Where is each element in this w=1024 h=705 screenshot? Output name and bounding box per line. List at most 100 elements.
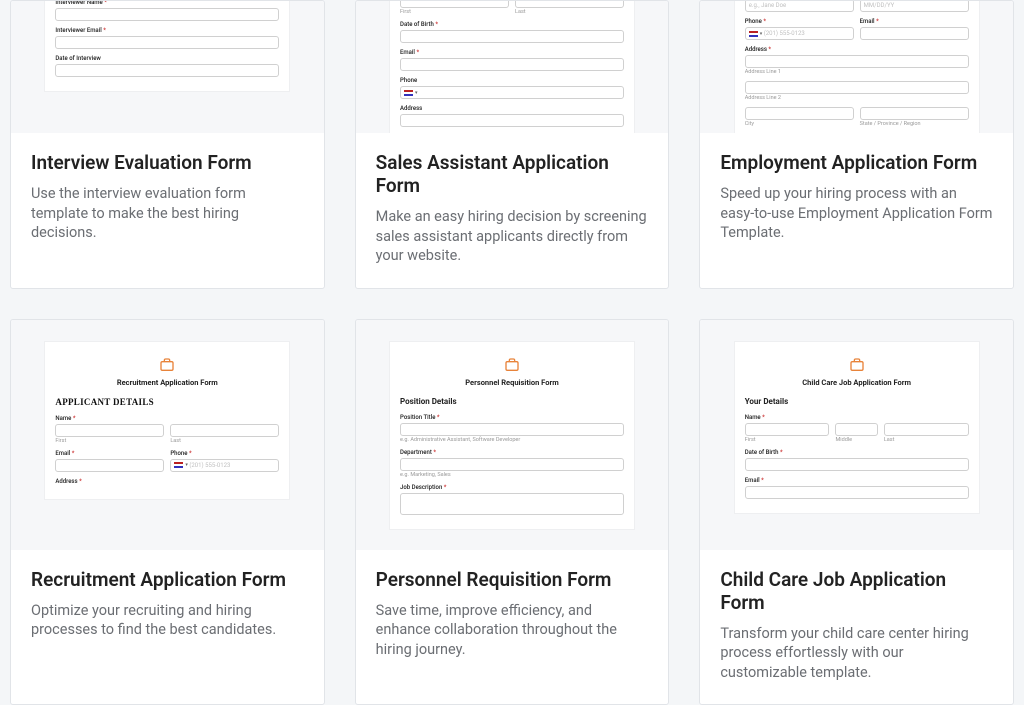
form-preview: Child Care Job Application Form Your Det…: [735, 342, 979, 513]
template-card-employment-application[interactable]: e.g., Jane Doe MM/DD/YY Phone ▾ (201) 55…: [699, 0, 1014, 289]
card-thumbnail: Child Care Job Application Form Your Det…: [700, 320, 1013, 550]
card-description: Save time, improve efficiency, and enhan…: [376, 601, 649, 660]
field-label: Address: [55, 478, 279, 485]
card-thumbnail: Interviewer Name Interviewer Email Date …: [11, 1, 324, 133]
card-description: Optimize your recruiting and hiring proc…: [31, 601, 304, 640]
card-title: Interview Evaluation Form: [31, 151, 304, 174]
card-thumbnail: Recruitment Application Form APPLICANT D…: [11, 320, 324, 550]
card-description: Speed up your hiring process with an eas…: [720, 184, 993, 243]
field-label: Date of Birth: [400, 21, 624, 28]
text-input: [55, 64, 279, 77]
card-title: Personnel Requisition Form: [376, 568, 649, 591]
text-input: [515, 1, 624, 8]
field-sublabel: Last: [515, 9, 624, 15]
form-preview: First Last Date of Birth Email Phone ▾: [390, 1, 634, 133]
field-label: Address: [400, 105, 624, 112]
card-body: Employment Application Form Speed up you…: [700, 133, 1013, 265]
field-sublabel: Last: [170, 438, 279, 444]
text-input: [745, 81, 969, 94]
field-sublabel: First: [55, 438, 164, 444]
form-preview: Recruitment Application Form APPLICANT D…: [45, 342, 289, 499]
text-input: [400, 58, 624, 71]
textarea-input: [400, 493, 624, 515]
card-title: Recruitment Application Form: [31, 568, 304, 591]
form-preview: e.g., Jane Doe MM/DD/YY Phone ▾ (201) 55…: [735, 1, 979, 133]
card-description: Transform your child care center hiring …: [720, 624, 993, 683]
field-label: Date of Birth: [745, 449, 969, 456]
field-label: Phone: [400, 77, 624, 84]
card-thumbnail: e.g., Jane Doe MM/DD/YY Phone ▾ (201) 55…: [700, 1, 1013, 133]
card-body: Interview Evaluation Form Use the interv…: [11, 133, 324, 265]
field-sublabel: Address Line 1: [745, 69, 969, 75]
text-input: [745, 55, 969, 68]
card-body: Recruitment Application Form Optimize yo…: [11, 550, 324, 662]
field-label: Interviewer Name: [55, 1, 279, 6]
card-body: Personnel Requisition Form Save time, im…: [356, 550, 669, 682]
text-input: [400, 30, 624, 43]
text-input: [400, 114, 624, 127]
text-input: [860, 107, 969, 120]
template-card-sales-assistant[interactable]: First Last Date of Birth Email Phone ▾: [355, 0, 670, 289]
field-label: Date of Interview: [55, 55, 279, 62]
field-label: Interviewer Email: [55, 27, 279, 34]
card-thumbnail: Personnel Requisition Form Position Deta…: [356, 320, 669, 550]
field-sublabel: City: [745, 121, 854, 127]
flag-icon: [174, 462, 183, 468]
template-card-child-care-job[interactable]: Child Care Job Application Form Your Det…: [699, 319, 1014, 705]
template-card-interview-evaluation[interactable]: Interviewer Name Interviewer Email Date …: [10, 0, 325, 289]
card-title: Child Care Job Application Form: [720, 568, 993, 614]
template-card-recruitment-application[interactable]: Recruitment Application Form APPLICANT D…: [10, 319, 325, 705]
text-input: [400, 1, 509, 8]
briefcase-icon: [848, 356, 866, 374]
field-hint: e.g. Marketing, Sales: [400, 472, 624, 478]
form-title: Personnel Requisition Form: [400, 378, 624, 387]
text-input: [400, 458, 624, 471]
text-input: [745, 486, 969, 499]
flag-icon: [404, 90, 413, 96]
field-sublabel: First: [400, 9, 509, 15]
text-input: [55, 8, 279, 21]
form-section-heading: Your Details: [745, 397, 969, 406]
field-label: Address: [745, 46, 969, 53]
field-sublabel: Address Line 2: [745, 95, 969, 101]
card-title: Sales Assistant Application Form: [376, 151, 649, 197]
text-input: [860, 27, 969, 40]
form-preview: Interviewer Name Interviewer Email Date …: [45, 1, 289, 91]
form-section-heading: APPLICANT DETAILS: [55, 397, 279, 407]
field-hint: e.g. Administrative Assistant, Software …: [400, 437, 624, 443]
text-input: [745, 423, 830, 436]
field-label: Phone: [170, 450, 279, 457]
field-label: Email: [55, 450, 164, 457]
field-sublabel: Middle: [835, 437, 877, 443]
date-input: MM/DD/YY: [860, 1, 969, 12]
text-input: [835, 423, 877, 436]
field-label: Email: [400, 49, 624, 56]
field-label: Job Description: [400, 484, 624, 491]
field-label: Name: [55, 415, 279, 422]
phone-input: ▾ (201) 555-0123: [745, 27, 854, 40]
field-label: Position Title: [400, 414, 624, 421]
card-description: Use the interview evaluation form templa…: [31, 184, 304, 243]
template-grid: Interviewer Name Interviewer Email Date …: [0, 0, 1024, 705]
field-sublabel: State / Province / Region: [860, 121, 969, 127]
text-input: [55, 459, 164, 472]
form-preview: Personnel Requisition Form Position Deta…: [390, 342, 634, 529]
text-input: [400, 423, 624, 436]
text-input: e.g., Jane Doe: [745, 1, 854, 12]
text-input: [884, 423, 969, 436]
template-card-personnel-requisition[interactable]: Personnel Requisition Form Position Deta…: [355, 319, 670, 705]
card-thumbnail: First Last Date of Birth Email Phone ▾: [356, 1, 669, 133]
card-description: Make an easy hiring decision by screenin…: [376, 207, 649, 266]
field-label: Email: [860, 18, 969, 25]
phone-input: ▾: [400, 86, 624, 99]
card-body: Sales Assistant Application Form Make an…: [356, 133, 669, 288]
field-label: Name: [745, 414, 969, 421]
form-section-heading: Position Details: [400, 397, 624, 406]
field-label: Phone: [745, 18, 854, 25]
text-input: [745, 458, 969, 471]
text-input: [170, 424, 279, 437]
field-sublabel: Last: [884, 437, 969, 443]
card-title: Employment Application Form: [720, 151, 993, 174]
field-label: Email: [745, 477, 969, 484]
text-input: [745, 107, 854, 120]
